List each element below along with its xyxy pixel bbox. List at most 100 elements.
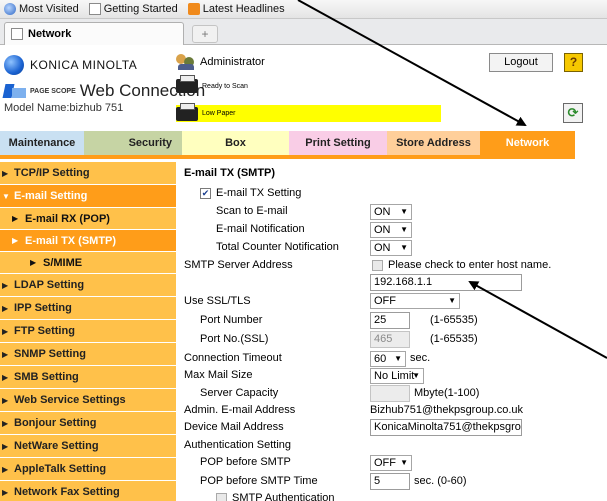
admin-email-label: Admin. E-mail Address	[184, 404, 296, 416]
triangle-right-icon: ▶	[2, 441, 9, 451]
triangle-right-icon: ▶	[2, 372, 9, 382]
port-number-label: Port Number	[200, 314, 263, 326]
smtp-auth-checkbox[interactable]	[216, 493, 227, 501]
sidebar-item-email-tx[interactable]: ▶ E-mail TX (SMTP)	[0, 230, 176, 252]
server-capacity-input[interactable]	[370, 385, 410, 402]
caret-down-icon: ▼	[400, 458, 408, 467]
user-indicator: Administrator	[176, 54, 265, 70]
server-capacity-unit: Mbyte(1-100)	[414, 387, 480, 399]
sidebar-item-appletalk[interactable]: ▶ AppleTalk Setting	[0, 458, 176, 481]
sidebar-item-smb[interactable]: ▶ SMB Setting	[0, 366, 176, 389]
triangle-right-icon: ▶	[2, 349, 9, 359]
server-capacity-label: Server Capacity	[200, 387, 279, 399]
triangle-right-icon: ▶	[2, 280, 9, 290]
pop-before-smtp-time-unit: sec. (0-60)	[414, 475, 467, 487]
scan-to-email-label: Scan to E-mail	[216, 205, 288, 217]
connection-timeout-select[interactable]: 60 ▼	[370, 351, 406, 367]
main-content: E-mail TX (SMTP) ✔ E-mail TX Setting Sca…	[182, 162, 607, 501]
email-notification-select[interactable]: ON ▼	[370, 222, 412, 238]
admin-email-value: Bizhub751@thekpsgroup.co.uk	[370, 404, 524, 416]
pop-before-smtp-label: POP before SMTP	[200, 456, 291, 468]
tab-network[interactable]: Network	[480, 131, 575, 155]
sidebar-item-snmp[interactable]: ▶ SNMP Setting	[0, 343, 176, 366]
pagescope-mark-icon	[2, 82, 26, 100]
tab-store-address[interactable]: Store Address	[387, 131, 480, 155]
smtp-server-input[interactable]: 192.168.1.1	[370, 274, 522, 291]
bookmark-latest-headlines[interactable]: Latest Headlines	[187, 3, 291, 15]
help-button[interactable]: ?	[564, 53, 583, 72]
smtp-server-label: SMTP Server Address	[184, 259, 293, 271]
host-name-checkbox[interactable]	[372, 260, 383, 271]
sidebar-item-tcpip[interactable]: ▶ TCP/IP Setting	[0, 162, 176, 185]
total-counter-select[interactable]: ON ▼	[370, 240, 412, 256]
caret-down-icon: ▼	[400, 243, 408, 252]
triangle-right-icon: ▶	[2, 418, 9, 428]
model-name: Model Name:bizhub 751	[4, 102, 124, 114]
use-ssl-label: Use SSL/TLS	[184, 295, 251, 307]
web-connection-logo: PAGE SCOPE Web Connection	[2, 81, 205, 101]
tab-box[interactable]: Box	[182, 131, 289, 155]
main-nav: Maintenance Security Box Print Setting S…	[0, 131, 607, 155]
port-ssl-label: Port No.(SSL)	[200, 333, 269, 345]
max-mail-size-select[interactable]: No Limit ▼	[370, 368, 424, 384]
bookmarks-bar: Most Visited Getting Started Latest Head…	[0, 0, 607, 19]
sidebar-item-bonjour[interactable]: ▶ Bonjour Setting	[0, 412, 176, 435]
port-ssl-input[interactable]: 465	[370, 331, 410, 348]
sidebar-item-ipp[interactable]: ▶ IPP Setting	[0, 297, 176, 320]
port-number-input[interactable]: 25	[370, 312, 410, 329]
pop-before-smtp-select[interactable]: OFF ▼	[370, 455, 412, 471]
tab-maintenance[interactable]: Maintenance	[0, 131, 84, 155]
browser-tab-strip: Network +	[0, 19, 607, 45]
konica-minolta-logo: KONICA MINOLTA	[4, 55, 137, 75]
caret-down-icon: ▼	[412, 371, 420, 380]
triangle-right-icon: ▶	[2, 168, 9, 178]
sidebar-item-smime[interactable]: ▶ S/MIME	[0, 252, 176, 274]
sidebar-item-network-fax[interactable]: ▶ Network Fax Setting	[0, 481, 176, 501]
refresh-button[interactable]: ⟳	[563, 103, 583, 123]
tab-print-setting[interactable]: Print Setting	[289, 131, 387, 155]
triangle-right-icon: ▶	[2, 487, 9, 497]
triangle-right-icon: ▶	[30, 258, 37, 267]
triangle-right-icon: ▶	[12, 236, 19, 245]
sidebar-item-ldap[interactable]: ▶ LDAP Setting	[0, 274, 176, 297]
nav-divider	[0, 155, 575, 159]
rss-icon	[187, 3, 200, 15]
sidebar-item-netware[interactable]: ▶ NetWare Setting	[0, 435, 176, 458]
sidebar-item-web-service[interactable]: ▶ Web Service Settings	[0, 389, 176, 412]
caret-down-icon: ▼	[400, 225, 408, 234]
email-notification-label: E-mail Notification	[216, 223, 305, 235]
sidebar-item-email-setting[interactable]: ▼ E-mail Setting	[0, 185, 176, 208]
status-paper-warning: Low Paper	[176, 102, 441, 122]
page-header: KONICA MINOLTA PAGE SCOPE Web Connection…	[0, 46, 607, 131]
globe-logo-icon	[4, 55, 24, 75]
email-tx-setting-label: E-mail TX Setting	[216, 187, 302, 199]
pop-before-smtp-time-input[interactable]: 5	[370, 473, 410, 490]
caret-down-icon: ▼	[400, 207, 408, 216]
email-tx-setting-checkbox[interactable]: ✔	[200, 188, 211, 199]
sidebar-item-ftp[interactable]: ▶ FTP Setting	[0, 320, 176, 343]
browser-tab-network[interactable]: Network	[4, 22, 184, 45]
page-title: E-mail TX (SMTP)	[184, 167, 276, 179]
new-tab-button[interactable]: +	[192, 25, 218, 43]
printer-icon	[176, 75, 198, 93]
bookmark-getting-started[interactable]: Getting Started	[88, 3, 184, 15]
bookmark-most-visited[interactable]: Most Visited	[4, 3, 85, 15]
globe-icon	[4, 3, 16, 15]
triangle-right-icon: ▶	[12, 214, 19, 223]
users-icon	[176, 54, 196, 70]
page-icon	[88, 3, 101, 15]
use-ssl-select[interactable]: OFF ▼	[370, 293, 460, 309]
printer-warning-icon	[176, 102, 198, 121]
device-email-input[interactable]: KonicaMinolta751@thekpsgroup.c	[370, 419, 522, 436]
host-name-label: Please check to enter host name.	[388, 259, 552, 271]
scan-to-email-select[interactable]: ON ▼	[370, 204, 412, 220]
max-mail-size-label: Max Mail Size	[184, 369, 253, 381]
sidebar-item-email-rx[interactable]: ▶ E-mail RX (POP)	[0, 208, 176, 230]
logout-button[interactable]: Logout	[489, 53, 553, 72]
triangle-down-icon: ▼	[2, 191, 10, 201]
smtp-auth-label: SMTP Authentication	[232, 492, 335, 501]
page-icon	[11, 28, 23, 40]
caret-down-icon: ▼	[448, 296, 456, 305]
authentication-setting-label: Authentication Setting	[184, 439, 292, 451]
tab-security[interactable]: Security	[84, 131, 182, 155]
